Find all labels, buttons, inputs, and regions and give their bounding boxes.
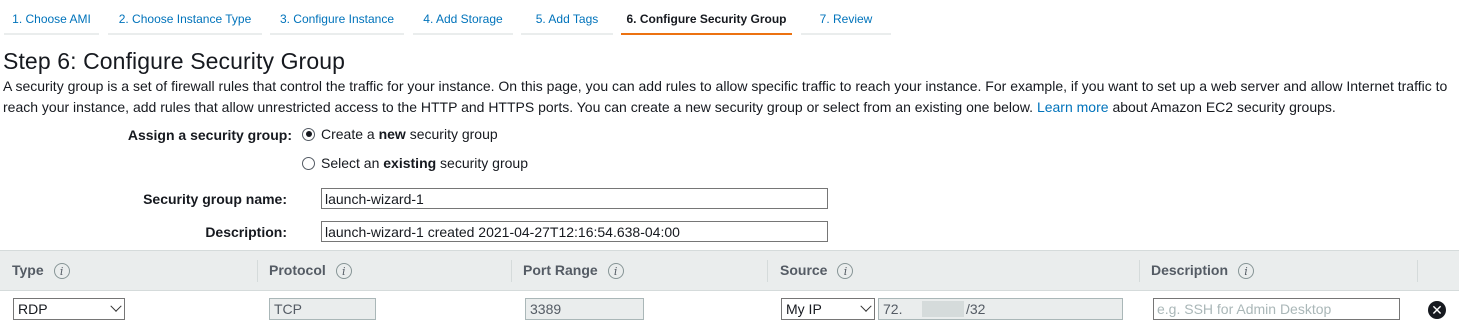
description-label: Description: — [205, 224, 287, 240]
wizard-step-configure-instance[interactable]: 3. Configure Instance — [270, 6, 404, 35]
radio-select-existing-group[interactable]: Select an existing security group — [302, 155, 528, 171]
column-header-description: Description i — [1151, 251, 1255, 290]
chevron-down-icon — [860, 300, 872, 312]
security-group-name-input[interactable]: launch-wizard-1 — [321, 188, 828, 209]
rule-type-select[interactable]: RDP — [13, 298, 125, 320]
rule-source-select[interactable]: My IP — [781, 298, 875, 320]
column-header-port-range: Port Range i — [523, 251, 624, 290]
column-header-protocol: Protocol i — [269, 251, 352, 290]
radio-select-existing-label: Select an existing security group — [321, 155, 528, 171]
wizard-step-review[interactable]: 7. Review — [801, 6, 891, 35]
assign-security-group-label: Assign a security group: — [127, 127, 292, 143]
column-divider — [511, 260, 512, 282]
column-divider — [1139, 260, 1140, 282]
intro-paragraph: A security group is a set of firewall ru… — [3, 76, 1455, 118]
redacted-ip-block — [922, 301, 964, 317]
rule-port-range-field: 3389 — [525, 298, 644, 320]
radio-button-unchecked[interactable] — [302, 156, 315, 170]
info-icon[interactable]: i — [837, 262, 854, 279]
wizard-step-add-tags[interactable]: 5. Add Tags — [521, 6, 613, 35]
column-header-type: Type i — [12, 251, 70, 290]
intro-suffix: about Amazon EC2 security groups. — [1112, 99, 1336, 115]
wizard-step-choose-ami[interactable]: 1. Choose AMI — [4, 6, 99, 35]
source-ip-suffix: /32 — [966, 301, 986, 317]
info-icon[interactable]: i — [1238, 262, 1255, 279]
radio-button-checked[interactable] — [302, 127, 315, 141]
radio-create-new-group[interactable]: Create a new security group — [302, 126, 498, 142]
wizard-step-choose-instance-type[interactable]: 2. Choose Instance Type — [108, 6, 262, 35]
column-header-source: Source i — [780, 251, 854, 290]
rule-protocol-field: TCP — [269, 298, 376, 320]
wizard-step-add-storage[interactable]: 4. Add Storage — [413, 6, 513, 35]
info-icon[interactable]: i — [607, 262, 624, 279]
chevron-down-icon — [110, 300, 122, 312]
security-group-name-label: Security group name: — [143, 191, 287, 207]
description-input[interactable]: launch-wizard-1 created 2021-04-27T12:16… — [321, 221, 828, 242]
rule-source-cidr-field[interactable]: 72. /32 — [878, 298, 1123, 320]
page-title: Step 6: Configure Security Group — [3, 48, 345, 74]
learn-more-link[interactable]: Learn more — [1037, 99, 1109, 115]
column-divider — [257, 260, 258, 282]
info-icon[interactable]: i — [335, 262, 352, 279]
info-icon[interactable]: i — [53, 262, 70, 279]
rules-table-header: Type i Protocol i Port Range i Source i … — [0, 250, 1459, 291]
column-divider — [1417, 260, 1418, 282]
wizard-step-configure-security-group[interactable]: 6. Configure Security Group — [621, 6, 792, 35]
remove-rule-close-icon[interactable]: ✕ — [1428, 301, 1446, 319]
source-ip-prefix: 72. — [883, 301, 903, 317]
radio-create-new-label: Create a new security group — [321, 126, 498, 142]
column-divider — [767, 260, 768, 282]
rule-description-input[interactable]: e.g. SSH for Admin Desktop — [1153, 298, 1400, 320]
